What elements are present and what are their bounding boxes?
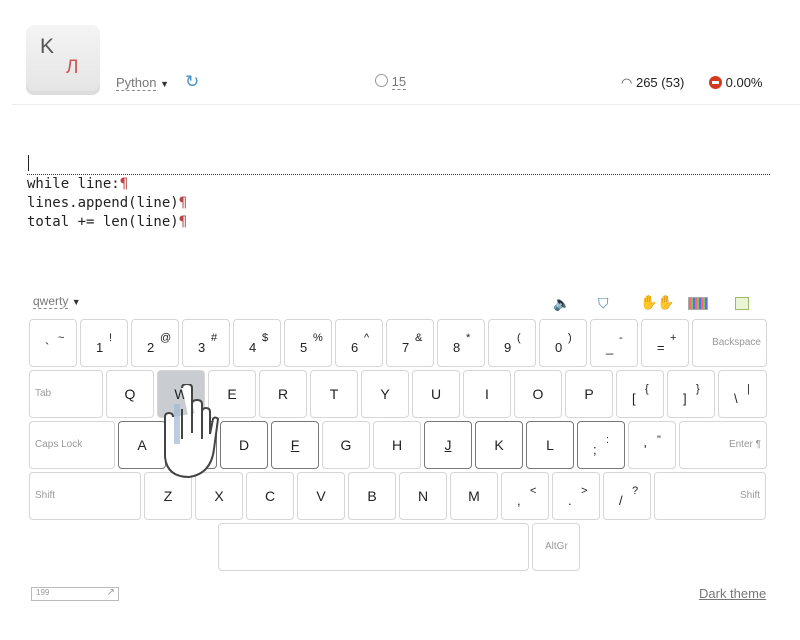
- pilcrow: ¶: [178, 214, 188, 230]
- key-h[interactable]: H: [373, 421, 421, 469]
- text-line: lines.append(line)¶: [27, 195, 188, 211]
- key-symbol[interactable]: ]}: [667, 370, 715, 418]
- key-symbol[interactable]: ` ~: [29, 319, 77, 367]
- key-n[interactable]: N: [399, 472, 447, 520]
- key-7[interactable]: 7 &: [386, 319, 434, 367]
- layout-select[interactable]: qwerty ▼: [33, 294, 81, 309]
- chevron-down-icon: ▼: [160, 79, 170, 89]
- key-5[interactable]: 5%: [284, 319, 332, 367]
- exit-icon[interactable]: [735, 297, 749, 310]
- key-tab[interactable]: Tab: [29, 370, 103, 418]
- key-a[interactable]: A: [118, 421, 166, 469]
- key-t[interactable]: T: [310, 370, 358, 418]
- keyboard-color-icon[interactable]: [688, 297, 708, 310]
- key-f[interactable]: F: [271, 421, 319, 469]
- dark-theme-link[interactable]: Dark theme: [699, 586, 766, 601]
- key-l[interactable]: L: [526, 421, 574, 469]
- key-space[interactable]: [218, 523, 529, 571]
- pilcrow: ¶: [178, 195, 188, 211]
- sound-icon[interactable]: 🔈: [553, 295, 570, 312]
- key-4[interactable]: 4 $: [233, 319, 281, 367]
- text-cursor: [28, 155, 29, 171]
- divider: [12, 104, 800, 105]
- counter-widget[interactable]: 199 ↗: [31, 587, 119, 601]
- key-b[interactable]: B: [348, 472, 396, 520]
- key-caps-lock[interactable]: Caps Lock: [29, 421, 115, 469]
- arrow-icon: ↗: [106, 587, 115, 598]
- restart-icon[interactable]: ↻: [185, 72, 199, 92]
- key-shift[interactable]: Shift: [29, 472, 141, 520]
- key-symbol[interactable]: \ |: [718, 370, 767, 418]
- key-altgr[interactable]: AltGr: [532, 523, 580, 571]
- key-q[interactable]: Q: [106, 370, 154, 418]
- speedometer-icon: ◠: [621, 75, 633, 90]
- errors: 0.00%: [709, 75, 763, 90]
- key-c[interactable]: C: [246, 472, 294, 520]
- language-select[interactable]: Python ▼: [116, 75, 170, 91]
- speed: ◠ 265 (53): [621, 75, 685, 90]
- key-y[interactable]: Y: [361, 370, 409, 418]
- key-p[interactable]: P: [565, 370, 613, 418]
- key-o[interactable]: O: [514, 370, 562, 418]
- text-line: while line:¶: [27, 176, 129, 192]
- key-symbol[interactable]: /?: [603, 472, 651, 520]
- key-shift[interactable]: Shift: [654, 472, 766, 520]
- key-3[interactable]: 3 #: [182, 319, 230, 367]
- key-1[interactable]: 1!: [80, 319, 128, 367]
- key-enter[interactable]: Enter ¶: [679, 421, 767, 469]
- typing-line: [27, 174, 770, 175]
- pilcrow: ¶: [119, 176, 129, 192]
- key-i[interactable]: I: [463, 370, 511, 418]
- hands-icon[interactable]: ✋✋: [640, 294, 675, 311]
- key-v[interactable]: V: [297, 472, 345, 520]
- key-9[interactable]: 9(: [488, 319, 536, 367]
- chevron-down-icon: ▼: [71, 297, 81, 307]
- key-symbol[interactable]: = +: [641, 319, 689, 367]
- key-backspace[interactable]: Backspace: [692, 319, 767, 367]
- key-symbol[interactable]: ;:: [577, 421, 625, 469]
- key-symbol[interactable]: [{: [616, 370, 664, 418]
- timer[interactable]: 15: [375, 74, 407, 90]
- key-d[interactable]: D: [220, 421, 268, 469]
- key-8[interactable]: 8 *: [437, 319, 485, 367]
- key-u[interactable]: U: [412, 370, 460, 418]
- key-symbol[interactable]: , <: [501, 472, 549, 520]
- hand-pointer-icon: [164, 384, 220, 479]
- key-0[interactable]: 0): [539, 319, 587, 367]
- key-k[interactable]: K: [475, 421, 523, 469]
- text-line: total += len(line)¶: [27, 214, 188, 230]
- key-symbol[interactable]: ' ": [628, 421, 676, 469]
- logo: KЛ: [26, 25, 100, 95]
- stop-icon: [709, 76, 722, 89]
- key-m[interactable]: M: [450, 472, 498, 520]
- ink-icon[interactable]: ⛉: [598, 295, 609, 312]
- key-6[interactable]: 6 ^: [335, 319, 383, 367]
- key-symbol[interactable]: _ -: [590, 319, 638, 367]
- key-g[interactable]: G: [322, 421, 370, 469]
- key-symbol[interactable]: . >: [552, 472, 600, 520]
- clock-icon: [375, 74, 388, 87]
- key-2[interactable]: 2 @: [131, 319, 179, 367]
- key-r[interactable]: R: [259, 370, 307, 418]
- key-j[interactable]: J: [424, 421, 472, 469]
